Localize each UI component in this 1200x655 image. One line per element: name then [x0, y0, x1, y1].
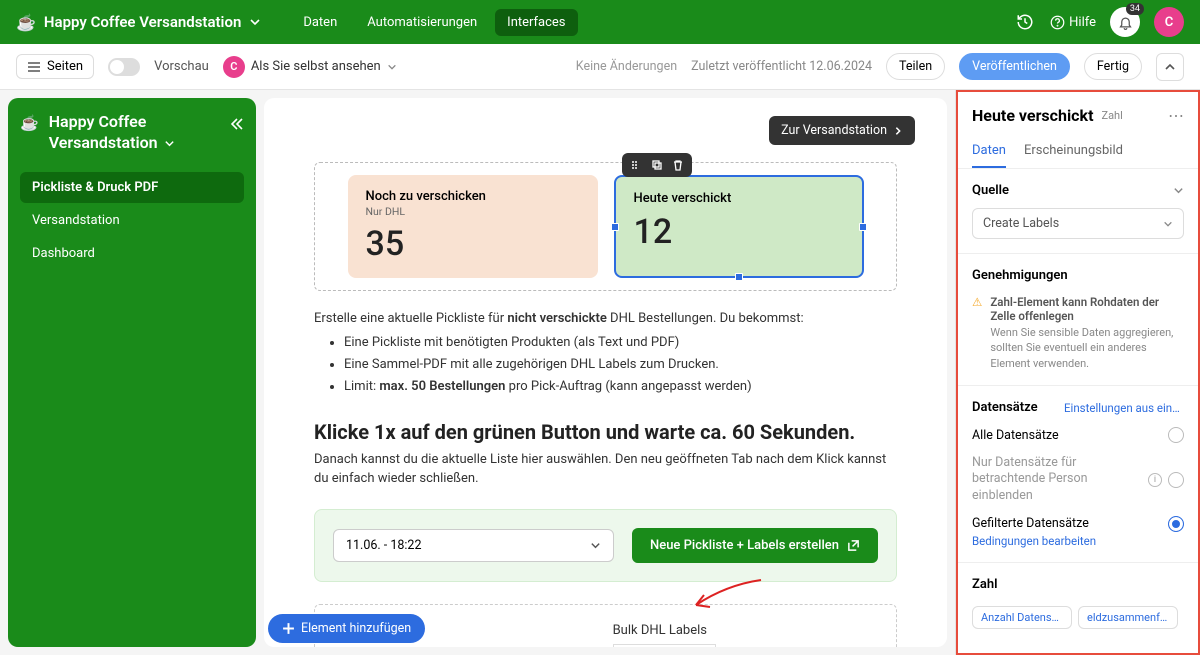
stats-row: Noch zu verschicken Nur DHL 35 Heute ver… [314, 162, 897, 291]
sidebar-item-versandstation[interactable]: Versandstation [20, 205, 244, 236]
properties-panel: Heute verschickt Zahl ⋯ Daten Erscheinun… [955, 90, 1200, 655]
top-nav: Daten Automatisierungen Interfaces [291, 9, 577, 36]
nav-interfaces[interactable]: Interfaces [495, 9, 577, 36]
summary-chip-count[interactable]: Anzahl Datensätze [972, 606, 1072, 629]
chevron-right-icon [893, 126, 903, 136]
main-layout: ☕ Happy Coffee Versandstation Pickliste … [0, 90, 1200, 655]
help-button[interactable]: Hilfe [1050, 15, 1096, 30]
notification-count: 34 [1126, 3, 1144, 15]
action-panel: 11.06. - 18:22 Neue Pickliste + Labels e… [314, 509, 897, 582]
preview-toggle[interactable] [108, 58, 140, 76]
panel-title: Heute verschickt [972, 106, 1093, 125]
warning-message: ⚠ Zahl-Element kann Rohdaten der Zelle o… [972, 295, 1184, 371]
annotation-arrow [686, 575, 766, 615]
records-section: Datensätze Einstellungen aus einer An...… [958, 386, 1198, 563]
page-canvas[interactable]: Zur Versandstation Noch zu verschicken N… [264, 98, 947, 647]
create-picklist-button[interactable]: Neue Pickliste + Labels erstellen [632, 528, 878, 563]
copy-icon[interactable] [648, 156, 666, 174]
hamburger-icon [27, 61, 41, 73]
preview-label: Vorschau [154, 59, 209, 74]
plus-icon [282, 622, 295, 635]
chevron-down-icon [590, 540, 601, 551]
radio-icon [1168, 427, 1184, 443]
collapse-sidebar-icon[interactable] [228, 116, 244, 132]
stat-card-shipped-today[interactable]: Heute verschickt 12 [614, 175, 864, 278]
editor-toolbar: Seiten Vorschau C Als Sie selbst ansehen… [0, 44, 1200, 90]
edit-conditions-link[interactable]: Bedingungen bearbeiten [972, 534, 1184, 548]
external-link-icon [847, 539, 860, 552]
info-icon[interactable]: i [1148, 473, 1162, 487]
sidebar: ☕ Happy Coffee Versandstation Pickliste … [8, 98, 256, 647]
viewer-avatar: C [223, 56, 245, 78]
expand-icon[interactable] [1156, 53, 1184, 81]
sidebar-nav: Pickliste & Druck PDF Versandstation Das… [20, 172, 244, 269]
tab-daten[interactable]: Daten [972, 135, 1006, 168]
sidebar-item-pickliste[interactable]: Pickliste & Druck PDF [20, 172, 244, 203]
coffee-icon: ☕ [16, 13, 36, 32]
nav-daten[interactable]: Daten [291, 9, 349, 36]
sidebar-item-dashboard[interactable]: Dashboard [20, 238, 244, 269]
panel-type: Zahl [1101, 109, 1122, 122]
delete-icon[interactable] [669, 156, 687, 174]
description-text: Erstelle eine aktuelle Pickliste für nic… [314, 309, 897, 398]
date-dropdown[interactable]: 11.06. - 18:22 [333, 529, 614, 562]
user-avatar[interactable]: C [1154, 7, 1184, 37]
radio-icon [1168, 472, 1184, 488]
chevron-down-icon [1173, 185, 1184, 196]
nav-automatisierungen[interactable]: Automatisierungen [355, 9, 489, 36]
app-name: Happy Coffee Versandstation [44, 13, 241, 31]
workspace-switcher[interactable]: ☕ Happy Coffee Versandstation [16, 13, 261, 32]
chevron-down-icon [249, 16, 261, 28]
done-button[interactable]: Fertig [1084, 53, 1142, 80]
resize-handle-left[interactable] [611, 223, 619, 231]
label-preview: DHL PAKET MUSTER [613, 644, 717, 647]
element-toolbar [622, 153, 692, 177]
sidebar-title-dropdown[interactable]: Happy Coffee Versandstation [49, 112, 218, 154]
radio-checked-icon [1168, 516, 1184, 532]
history-icon[interactable] [1014, 11, 1036, 33]
header-actions: Hilfe 34 C [1014, 7, 1184, 37]
tab-erscheinungsbild[interactable]: Erscheinungsbild [1024, 135, 1123, 168]
summary-chip-field[interactable]: eldzusammenfassun [1078, 606, 1178, 629]
quelle-toggle[interactable]: Quelle [972, 183, 1184, 198]
bulk-labels-block: Bulk DHL Labels DHL PAKET MUSTER [613, 623, 717, 647]
notifications-button[interactable]: 34 [1110, 7, 1140, 37]
panel-tabs: Daten Erscheinungsbild [958, 135, 1198, 169]
number-section: Zahl Anzahl Datensätze eldzusammenfassun [958, 563, 1198, 643]
save-status: Keine Änderungen [576, 59, 677, 74]
warning-icon: ⚠ [972, 295, 982, 371]
app-header: ☕ Happy Coffee Versandstation Daten Auto… [0, 0, 1200, 44]
pages-button[interactable]: Seiten [16, 54, 94, 79]
coffee-icon: ☕ [20, 114, 39, 132]
chevron-down-icon [387, 62, 397, 72]
instruction-heading: Klicke 1x auf den grünen Button und wart… [314, 420, 897, 444]
option-filtered-records[interactable]: Gefilterte Datensätze [972, 516, 1184, 532]
approvals-section: Genehmigungen ⚠ Zahl-Element kann Rohdat… [958, 254, 1198, 386]
option-all-records[interactable]: Alle Datensätze [972, 427, 1184, 443]
canvas-wrapper: Zur Versandstation Noch zu verschicken N… [256, 90, 955, 655]
option-viewer-records[interactable]: Nur Datensätze für betrachtende Person e… [972, 455, 1184, 504]
sidebar-wrapper: ☕ Happy Coffee Versandstation Pickliste … [0, 90, 256, 655]
resize-handle-bottom[interactable] [735, 273, 743, 281]
chevron-down-icon [164, 138, 175, 149]
panel-header: Heute verschickt Zahl ⋯ [958, 92, 1198, 135]
stat-card-pending[interactable]: Noch zu verschicken Nur DHL 35 [348, 175, 598, 278]
publish-status: Zuletzt veröffentlicht 12.06.2024 [691, 59, 872, 74]
view-as-dropdown[interactable]: C Als Sie selbst ansehen [223, 56, 397, 78]
chevron-down-icon [1163, 219, 1173, 229]
panel-menu-icon[interactable]: ⋯ [1168, 106, 1184, 125]
source-dropdown[interactable]: Create Labels [972, 208, 1184, 239]
publish-button[interactable]: Veröffentlichen [959, 53, 1070, 80]
source-section: Quelle Create Labels [958, 169, 1198, 254]
inherit-settings-link[interactable]: Einstellungen aus einer An... [1064, 401, 1184, 415]
share-button[interactable]: Teilen [886, 53, 945, 80]
drag-handle-icon[interactable] [627, 156, 645, 174]
add-element-button[interactable]: Element hinzufügen [268, 614, 425, 643]
instruction-sub: Danach kannst du die aktuelle Liste hier… [314, 450, 897, 489]
resize-handle-right[interactable] [859, 223, 867, 231]
goto-versandstation-button[interactable]: Zur Versandstation [769, 116, 915, 145]
